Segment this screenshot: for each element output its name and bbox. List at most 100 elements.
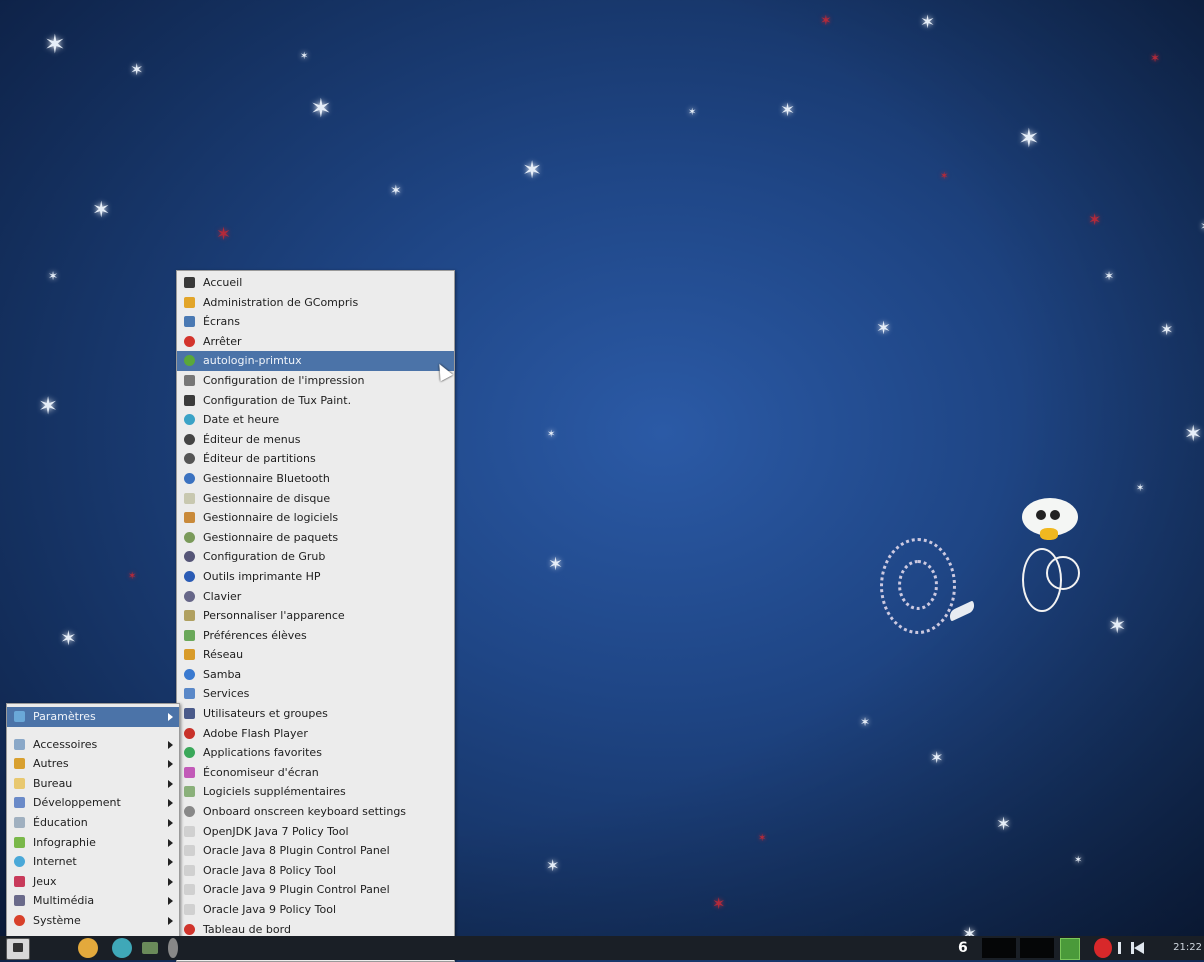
java-icon	[184, 884, 195, 896]
menu-item-games[interactable]: Jeux	[7, 872, 179, 892]
debian-tray-icon[interactable]: 6	[958, 940, 970, 956]
menu-item-system[interactable]: Système	[7, 911, 179, 931]
home-icon	[184, 277, 195, 288]
star-decoration: ✶	[1150, 51, 1161, 65]
menu-item-label: Outils imprimante HP	[203, 569, 321, 583]
menu-item-education[interactable]: Éducation	[7, 813, 179, 833]
star-decoration: ✶	[1074, 855, 1083, 866]
tuxpaint-icon	[184, 394, 195, 406]
menu-item-label: Oracle Java 8 Plugin Control Panel	[203, 844, 390, 858]
dashboard-icon	[184, 923, 195, 935]
submenu-arrow-icon	[168, 838, 173, 847]
menu-item-label: Arrêter	[203, 334, 242, 348]
gcompris-admin-icon	[184, 296, 195, 308]
app-launcher-icon[interactable]	[168, 938, 178, 958]
menu-item-label: Gestionnaire de logiciels	[203, 511, 339, 525]
menu-item-internet[interactable]: Internet	[7, 852, 179, 872]
menu-item-label: Internet	[33, 855, 77, 869]
menu-item-screensaver[interactable]: Économiseur d'écran	[177, 763, 454, 783]
menu-item-students[interactable]: Préférences élèves	[177, 626, 454, 646]
terminal-launcher-icon[interactable]	[142, 942, 158, 954]
menu-item-keyboard[interactable]: Clavier	[177, 587, 454, 607]
menu-item-label: Économiseur d'écran	[203, 765, 319, 779]
menu-item-onboard[interactable]: Onboard onscreen keyboard settings	[177, 802, 454, 822]
menu-item-other[interactable]: Autres	[7, 754, 179, 774]
menu-item-label: Éditeur de menus	[203, 432, 301, 446]
power-icon[interactable]	[1094, 938, 1112, 958]
menu-item-menu-editor[interactable]: Éditeur de menus	[177, 430, 454, 450]
start-menu-icon	[13, 943, 23, 952]
menu-item-software[interactable]: Gestionnaire de logiciels	[177, 508, 454, 528]
menu-item-favorites[interactable]: Applications favorites	[177, 743, 454, 763]
menu-item-users[interactable]: Utilisateurs et groupes	[177, 704, 454, 724]
menu-item-graphics[interactable]: Infographie	[7, 833, 179, 853]
menu-item-label: Samba	[203, 667, 242, 681]
menu-button[interactable]	[6, 938, 30, 960]
network-tray-icon[interactable]	[1118, 942, 1134, 954]
star-decoration: ✶	[547, 429, 556, 440]
menu-item-disk[interactable]: Gestionnaire de disque	[177, 489, 454, 509]
menu-item-samba[interactable]: Samba	[177, 665, 454, 685]
menu-item-extra-software[interactable]: Logiciels supplémentaires	[177, 782, 454, 802]
menu-item-bluetooth[interactable]: Gestionnaire Bluetooth	[177, 469, 454, 489]
menu-item-label: Multimédia	[33, 894, 95, 908]
menu-item-label: Préférences élèves	[203, 628, 307, 642]
menu-item-grub[interactable]: Configuration de Grub	[177, 547, 454, 567]
menu-item-accessories[interactable]: Accessoires	[7, 735, 179, 755]
menu-item-multimedia[interactable]: Multimédia	[7, 891, 179, 911]
menu-item-label: Tableau de bord	[203, 922, 291, 936]
menu-item-development[interactable]: Développement	[7, 793, 179, 813]
menu-item-flash[interactable]: Adobe Flash Player	[177, 724, 454, 744]
star-decoration: ✶	[390, 183, 402, 199]
menu-item-power[interactable]: Arrêter	[177, 332, 454, 352]
submenu-arrow-icon	[168, 897, 173, 906]
clock[interactable]: 21:22	[1173, 942, 1202, 953]
menu-item-services[interactable]: Services	[177, 684, 454, 704]
menu-item-printer[interactable]: Configuration de l'impression	[177, 371, 454, 391]
menu-item-label: Applications favorites	[203, 746, 322, 760]
star-decoration: ✶	[548, 554, 564, 575]
volume-icon[interactable]	[1134, 942, 1144, 954]
keyboard-icon	[184, 590, 195, 602]
games-icon	[14, 875, 25, 887]
menu-item-appearance[interactable]: Personnaliser l'apparence	[177, 606, 454, 626]
menu-item-java[interactable]: Oracle Java 9 Policy Tool	[177, 900, 454, 920]
submenu-arrow-icon	[168, 713, 173, 721]
system-monitor-icon[interactable]	[1060, 938, 1080, 960]
star-decoration: ✶	[216, 224, 232, 245]
menu-item-autologin[interactable]: autologin-primtux	[177, 351, 454, 371]
disk-icon	[184, 492, 195, 504]
menu-item-java[interactable]: Oracle Java 8 Policy Tool	[177, 861, 454, 881]
star-decoration: ✶	[1136, 483, 1145, 494]
clock-icon	[184, 414, 195, 426]
star-decoration: ✶	[712, 894, 726, 913]
menu-item-display[interactable]: Écrans	[177, 312, 454, 332]
screensaver-icon	[184, 766, 195, 778]
menu-item-hp[interactable]: Outils imprimante HP	[177, 567, 454, 587]
menu-item-gcompris-admin[interactable]: Administration de GCompris	[177, 293, 454, 313]
menu-item-java[interactable]: Oracle Java 9 Plugin Control Panel	[177, 880, 454, 900]
browser-launcher-icon[interactable]	[112, 938, 132, 958]
star-decoration: ✶	[1018, 124, 1040, 154]
menu-item-tuxpaint[interactable]: Configuration de Tux Paint.	[177, 391, 454, 411]
menu-item-settings[interactable]: Paramètres	[7, 707, 179, 727]
star-decoration: ✶	[780, 100, 796, 121]
menu-item-office[interactable]: Bureau	[7, 774, 179, 794]
menu-item-home[interactable]: Accueil	[177, 273, 454, 293]
menu-item-package[interactable]: Gestionnaire de paquets	[177, 528, 454, 548]
menu-item-label: Utilisateurs et groupes	[203, 707, 328, 721]
workspace-2[interactable]	[1020, 938, 1054, 958]
menu-item-java[interactable]: Oracle Java 8 Plugin Control Panel	[177, 841, 454, 861]
menu-item-java[interactable]: OpenJDK Java 7 Policy Tool	[177, 822, 454, 842]
menu-item-label: Réseau	[203, 648, 244, 662]
menu-item-partition[interactable]: Éditeur de partitions	[177, 449, 454, 469]
star-decoration: ✶	[1160, 320, 1174, 339]
menu-item-network[interactable]: Réseau	[177, 645, 454, 665]
menu-item-label: Administration de GCompris	[203, 295, 359, 309]
menu-item-label: Services	[203, 687, 250, 701]
star-decoration: ✶	[44, 30, 66, 60]
folder-launcher-icon[interactable]	[78, 938, 98, 958]
workspace-1[interactable]	[982, 938, 1016, 958]
submenu-arrow-icon	[168, 779, 173, 788]
menu-item-clock[interactable]: Date et heure	[177, 410, 454, 430]
